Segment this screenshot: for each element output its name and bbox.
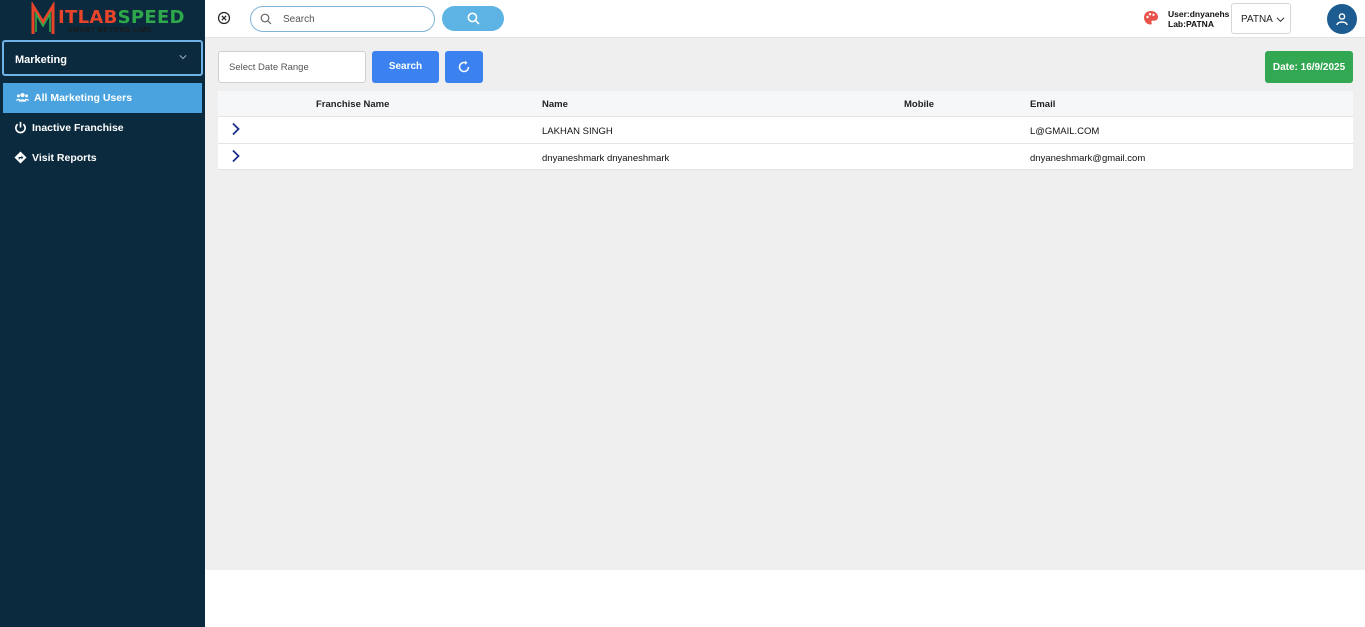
footer-area: [205, 570, 1365, 627]
lab-name: Lab:PATNA: [1168, 19, 1214, 29]
users-icon: [16, 92, 29, 102]
user-name: User:dnyanehs: [1168, 9, 1230, 19]
lab-select-value: PATNA: [1241, 14, 1273, 25]
sidebar-item-label: Inactive Franchise: [32, 122, 124, 134]
logo-tagline: SMART BEYOND LIMS: [68, 27, 152, 34]
refresh-icon: [458, 60, 470, 73]
user-info: User:dnyanehs Lab:PATNA: [1168, 9, 1229, 29]
logo-mark-icon: [31, 2, 55, 34]
brand-logo: ITLABSPEED SMART BEYOND LIMS: [30, 2, 185, 38]
search-icon: [467, 12, 480, 25]
sidebar: ITLABSPEED SMART BEYOND LIMS Marketing A…: [0, 0, 205, 627]
sidebar-item-inactive-franchise[interactable]: Inactive Franchise: [0, 113, 205, 143]
user-icon: [1336, 13, 1348, 26]
module-select-label: Marketing: [15, 54, 67, 66]
chevron-down-icon: [179, 55, 187, 60]
sidebar-item-all-marketing-users[interactable]: All Marketing Users: [3, 83, 202, 113]
column-header-mobile: Mobile: [904, 99, 935, 110]
cell-email: L@GMAIL.COM: [1030, 126, 1100, 137]
sidebar-item-visit-reports[interactable]: Visit Reports: [0, 143, 205, 173]
current-date-badge: Date: 16/9/2025: [1265, 51, 1353, 83]
close-icon[interactable]: [217, 11, 231, 25]
global-search: [250, 6, 435, 32]
table-header: Franchise Name Name Mobile Email: [218, 91, 1353, 116]
module-select[interactable]: Marketing: [2, 40, 203, 76]
search-button[interactable]: Search: [372, 51, 439, 83]
logo-text: ITLABSPEED: [58, 7, 185, 28]
sidebar-nav: All Marketing Users Inactive Franchise V…: [0, 83, 205, 173]
column-header-franchise-name: Franchise Name: [316, 99, 390, 110]
chevron-right-icon[interactable]: [231, 149, 241, 163]
sidebar-item-label: All Marketing Users: [34, 92, 133, 104]
cell-email: dnyaneshmark@gmail.com: [1030, 153, 1146, 164]
cell-name: dnyaneshmark dnyaneshmark: [542, 153, 670, 164]
cell-name: LAKHAN SINGH: [542, 126, 613, 137]
column-header-name: Name: [542, 99, 568, 110]
top-bar: User:dnyanehs Lab:PATNA PATNA: [205, 0, 1365, 38]
lab-select[interactable]: PATNA: [1231, 3, 1291, 34]
table-row: dnyaneshmark dnyaneshmark dnyaneshmark@g…: [218, 143, 1353, 170]
search-submit-button[interactable]: [442, 6, 504, 31]
search-input[interactable]: [283, 11, 423, 27]
user-avatar-button[interactable]: [1327, 4, 1357, 34]
search-icon: [260, 13, 272, 25]
chevron-right-icon[interactable]: [231, 122, 241, 136]
marketing-users-table: Franchise Name Name Mobile Email LAKHAN …: [218, 91, 1353, 170]
refresh-button[interactable]: [445, 51, 483, 83]
table-row: LAKHAN SINGH L@GMAIL.COM: [218, 116, 1353, 143]
chevron-down-icon: [1276, 17, 1285, 23]
date-range-input[interactable]: [218, 51, 366, 83]
power-icon: [15, 121, 26, 134]
column-header-email: Email: [1030, 99, 1056, 110]
palette-icon[interactable]: [1143, 10, 1159, 26]
directions-icon: [14, 151, 27, 164]
main-content: Search Date: 16/9/2025 Franchise Name Na…: [205, 38, 1365, 570]
sidebar-item-label: Visit Reports: [32, 152, 97, 164]
